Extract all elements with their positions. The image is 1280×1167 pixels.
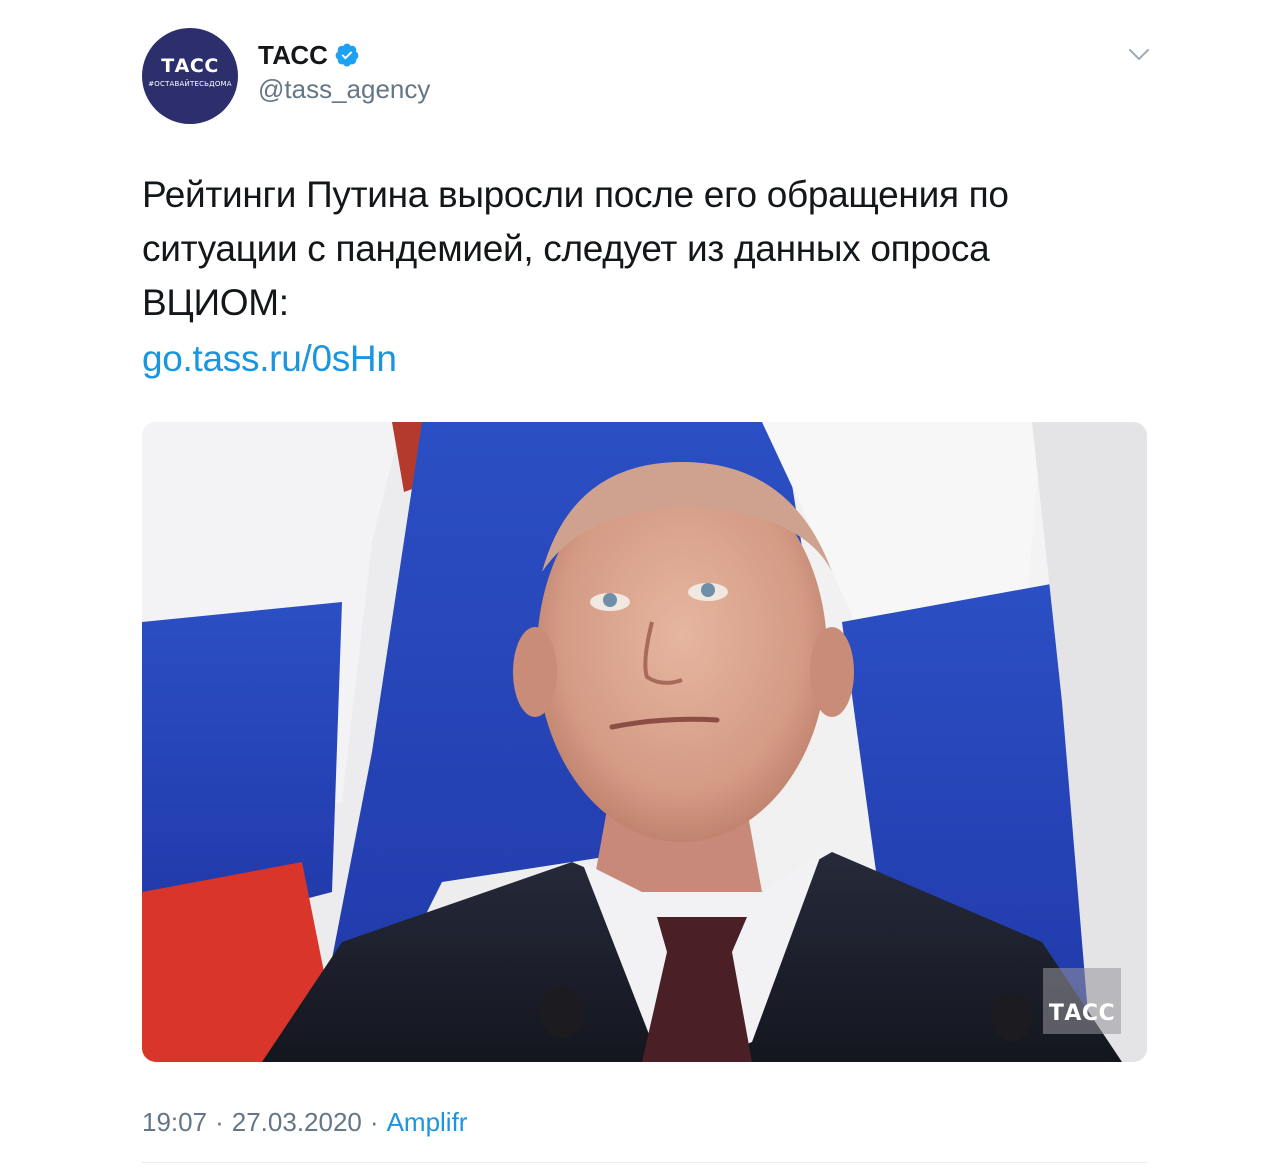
tweet-date[interactable]: 27.03.2020 — [232, 1104, 362, 1140]
tweet-time[interactable]: 19:07 — [142, 1104, 207, 1140]
author-name[interactable]: ТАСС — [258, 40, 328, 70]
verified-badge-icon — [334, 42, 360, 68]
tweet-link[interactable]: go.tass.ru/0sHn — [142, 332, 397, 386]
tweet-text: Рейтинги Путина выросли после его обраще… — [142, 168, 1142, 330]
tweet-meta: 19:07 · 27.03.2020 · Amplifr — [142, 1104, 467, 1140]
tweet-text-line: Рейтинги Путина выросли после его обраще… — [142, 174, 1009, 215]
avatar-logo-text: ТАСС — [161, 55, 219, 77]
avatar[interactable]: ТАСС #ОСТАВАЙТЕСЬДОМА — [142, 28, 238, 124]
tweet-card: ТАСС #ОСТАВАЙТЕСЬДОМА ТАСС @tass_agency … — [0, 0, 1280, 1167]
tweet-source-link[interactable]: Amplifr — [387, 1104, 468, 1140]
chevron-down-icon[interactable] — [1124, 40, 1154, 70]
tweet-text-line: ситуации с пандемией, следует из данных … — [142, 228, 990, 269]
photo-watermark: ТАСС — [1043, 968, 1121, 1034]
author-row: ТАСС — [258, 38, 360, 72]
photo-illustration — [142, 422, 1147, 1062]
author-handle[interactable]: @tass_agency — [258, 74, 430, 104]
meta-separator: · — [369, 1107, 379, 1137]
meta-separator: · — [215, 1107, 224, 1137]
avatar-tagline: #ОСТАВАЙТЕСЬДОМА — [148, 80, 232, 88]
tweet-text-line: ВЦИОМ: — [142, 282, 289, 323]
tweet-photo[interactable]: ТАСС — [142, 422, 1147, 1062]
divider — [142, 1162, 1147, 1163]
